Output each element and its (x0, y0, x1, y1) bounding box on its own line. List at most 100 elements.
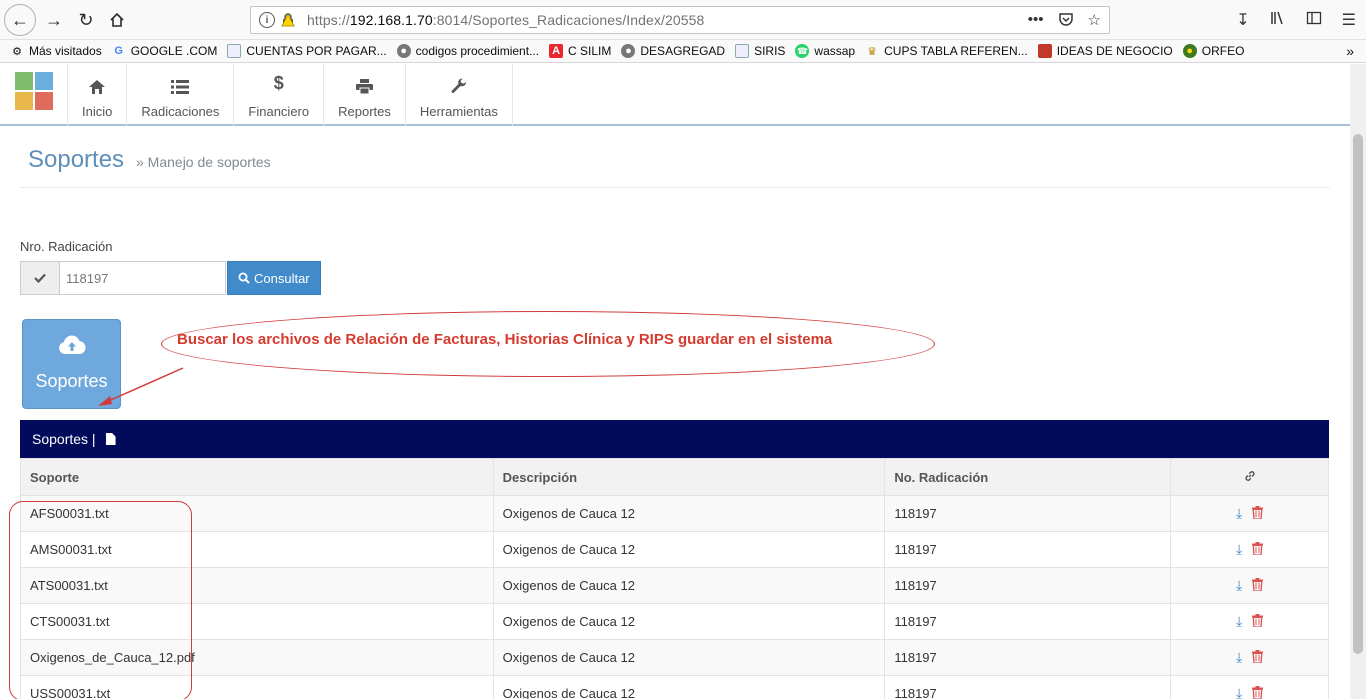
table-row: ATS00031.txt Oxigenos de Cauca 12 118197… (20, 567, 1329, 604)
annotation-callout: Buscar los archivos de Relación de Factu… (161, 311, 935, 377)
page-content: Inicio Radicaciones $ Financiero Reporte… (0, 64, 1350, 699)
a-logo-icon: A (549, 44, 564, 58)
soportes-upload-tile[interactable]: Soportes (22, 319, 121, 409)
descripcion-cell: Oxigenos de Cauca 12 (492, 603, 886, 640)
radicacion-cell: 118197 (884, 603, 1172, 640)
column-header (1170, 458, 1329, 496)
download-icon[interactable]: ⤓ (1236, 577, 1242, 594)
breadcrumb: » Manejo de soportes (136, 154, 271, 170)
table-row: Oxigenos_de_Cauca_12.pdf Oxigenos de Cau… (20, 639, 1329, 676)
url-bar[interactable]: i https://192.168.1.70:8014/Soportes_Rad… (250, 6, 1110, 34)
scrollbar-thumb[interactable] (1353, 134, 1363, 654)
sidebar-icon[interactable] (1306, 10, 1322, 31)
bookmark-item[interactable]: ​CUENTAS POR PAGAR... (227, 44, 387, 58)
actions-cell: ⤓ (1170, 495, 1329, 532)
radicacion-cell: 118197 (884, 639, 1172, 676)
download-icon[interactable]: ⤓ (1236, 685, 1242, 699)
download-icon[interactable]: ⤓ (1236, 541, 1242, 558)
pocket-icon[interactable] (1058, 11, 1074, 31)
gear-icon: ⚙ (12, 45, 22, 58)
cloud-upload-icon (58, 335, 86, 361)
nav-radicaciones[interactable]: Radicaciones (126, 64, 233, 126)
nav-financiero[interactable]: $ Financiero (233, 64, 323, 126)
library-icon[interactable] (1270, 10, 1286, 31)
column-header[interactable]: No. Radicación (884, 458, 1172, 496)
trash-icon[interactable] (1252, 613, 1264, 630)
print-icon (355, 72, 373, 94)
soporte-cell: AFS00031.txt (20, 495, 494, 532)
page-actions-icon[interactable]: ••• (1028, 11, 1044, 31)
bookmarks-overflow-icon[interactable]: » (1346, 43, 1354, 59)
bookmark-item[interactable]: ♛ CUPS TABLA REFEREN... (865, 44, 1028, 58)
soportes-table: Soporte Descripción No. Radicación AFS00… (20, 458, 1329, 699)
bookmark-star-icon[interactable]: ☆ (1088, 11, 1101, 31)
bookmark-item[interactable]: ● codigos procedimient... (396, 44, 539, 58)
back-button[interactable]: ← (4, 4, 36, 36)
bookmark-item[interactable]: ● DESAGREGAD (621, 44, 725, 58)
page-header: Soportes » Manejo de soportes (20, 146, 1330, 188)
trash-icon[interactable] (1252, 649, 1264, 666)
bookmark-item[interactable]: ​SIRIS (735, 44, 785, 58)
radicacion-input[interactable] (59, 261, 226, 295)
descripcion-cell: Oxigenos de Cauca 12 (492, 567, 886, 604)
column-header[interactable]: Descripción (492, 458, 886, 496)
table-row: CTS00031.txt Oxigenos de Cauca 12 118197… (20, 603, 1329, 640)
insecure-lock-icon[interactable] (281, 13, 295, 27)
descripcion-cell: Oxigenos de Cauca 12 (492, 495, 886, 532)
bookmark-item[interactable]: ⚙ Más visitados (10, 44, 102, 58)
soporte-cell: Oxigenos_de_Cauca_12.pdf (20, 639, 494, 676)
descripcion-cell: Oxigenos de Cauca 12 (492, 675, 886, 699)
download-icon[interactable]: ⤓ (1236, 613, 1242, 630)
document-icon: ​ (227, 44, 242, 58)
trash-icon[interactable] (1252, 541, 1264, 558)
download-icon[interactable]: ⤓ (1236, 505, 1242, 522)
actions-cell: ⤓ (1170, 675, 1329, 699)
soporte-cell: CTS00031.txt (20, 603, 494, 640)
nav-herramientas[interactable]: Herramientas (404, 64, 513, 126)
globe-icon: ● (621, 44, 636, 58)
home-icon (89, 72, 106, 94)
page-title: Soportes (28, 146, 125, 173)
wrench-icon (451, 72, 467, 94)
table-row: AMS00031.txt Oxigenos de Cauca 12 118197… (20, 531, 1329, 568)
trash-icon[interactable] (1252, 685, 1264, 699)
bookmark-item[interactable]: ​IDEAS DE NEGOCIO (1037, 44, 1173, 58)
consultar-button[interactable]: Consultar (227, 261, 321, 295)
radicacion-cell: 118197 (884, 675, 1172, 699)
emblem-icon: ♛ (867, 45, 878, 58)
bookmark-item[interactable]: ☎ wassap (795, 44, 855, 58)
downloads-icon[interactable]: ↧ (1236, 10, 1249, 31)
soportes-panel-header: Soportes | (20, 420, 1329, 458)
trash-icon[interactable] (1252, 577, 1264, 594)
top-navbar: Inicio Radicaciones $ Financiero Reporte… (0, 64, 1350, 126)
app-logo[interactable] (15, 72, 53, 110)
radicacion-cell: 118197 (884, 567, 1172, 604)
globe-icon: ● (396, 44, 411, 58)
soporte-cell: USS00031.txt (20, 675, 494, 699)
descripcion-cell: Oxigenos de Cauca 12 (492, 531, 886, 568)
dollar-icon: $ (273, 72, 284, 93)
nav-reportes[interactable]: Reportes (323, 64, 405, 126)
bookmarks-bar: ⚙Más visitados GGOOGLE .COM ​CUENTAS POR… (0, 40, 1366, 63)
forward-button[interactable]: → (40, 6, 68, 34)
link-icon (1244, 470, 1256, 485)
page-scrollbar[interactable] (1350, 64, 1366, 699)
home-button[interactable] (103, 6, 131, 34)
bookmark-item[interactable]: ● ORFEO (1182, 44, 1244, 58)
column-header[interactable]: Soporte (20, 458, 494, 496)
actions-cell: ⤓ (1170, 567, 1329, 604)
check-icon (20, 261, 59, 295)
bookmark-item[interactable]: AC SILIM (549, 44, 611, 58)
nav-inicio[interactable]: Inicio (67, 64, 126, 126)
menu-icon[interactable]: ☰ (1342, 10, 1356, 31)
reload-button[interactable]: ↻ (72, 6, 100, 34)
bookmark-item[interactable]: G GOOGLE .COM (112, 44, 217, 58)
info-icon[interactable]: i (259, 12, 275, 28)
trash-icon[interactable] (1252, 505, 1264, 522)
download-icon[interactable]: ⤓ (1236, 649, 1242, 666)
document-icon[interactable] (105, 433, 116, 445)
radicacion-cell: 118197 (884, 531, 1172, 568)
annotation-text: Buscar los archivos de Relación de Factu… (177, 330, 833, 348)
orfeo-icon: ● (1182, 44, 1197, 58)
browser-toolbar: ← → ↻ i https://192.168.1.70:8014/Soport… (0, 0, 1366, 40)
